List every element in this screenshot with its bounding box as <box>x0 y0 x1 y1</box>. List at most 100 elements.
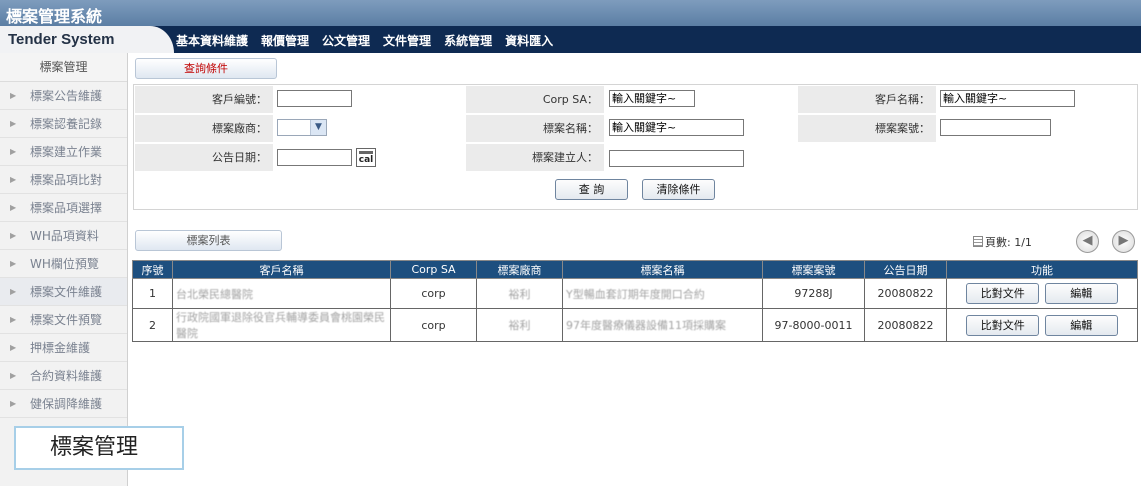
compare-docs-button[interactable]: 比對文件 <box>966 314 1040 336</box>
creator-label: 標案建立人： <box>466 144 604 171</box>
sidebar-item-contract[interactable]: ▶ 合約資料維護 <box>0 362 127 390</box>
corp-sa-label: Corp SA： <box>466 86 604 113</box>
sidebar-item-label: 標案公告維護 <box>30 89 103 103</box>
compare-docs-button[interactable]: 比對文件 <box>966 283 1040 304</box>
chevron-right-icon: ▶ <box>10 91 17 100</box>
col-header[interactable]: 公告日期 <box>864 260 947 279</box>
case-table: 序號 客戶名稱 Corp SA 標案廠商 標案名稱 標案案號 公告日期 功能 1… <box>132 260 1138 342</box>
brand-area: Tender System <box>0 26 174 53</box>
sidebar-item-adoption[interactable]: ▶ 標案認養記錄 <box>0 110 127 138</box>
cell-date: 20080822 <box>864 278 947 309</box>
sidebar-item-select[interactable]: ▶ 標案品項選擇 <box>0 194 127 222</box>
prev-page-button[interactable]: ◀ <box>1076 230 1099 253</box>
query-row: 標案廠商： ▼ 標案名稱： 輸入關鍵字~ 標案案號： <box>134 115 1137 144</box>
chevron-right-icon: ▶ <box>10 399 17 408</box>
sidebar-item-label: 標案品項比對 <box>30 173 103 187</box>
edit-button[interactable]: 編輯 <box>1044 314 1118 336</box>
case-name-label: 標案名稱： <box>466 115 604 142</box>
case-name-input[interactable]: 輸入關鍵字~ <box>609 119 744 136</box>
next-page-button[interactable]: ▶ <box>1112 230 1135 253</box>
customer-no-label: 客戶編號： <box>135 86 273 113</box>
col-header[interactable]: Corp SA <box>390 260 477 279</box>
menu-data-import[interactable]: 資料匯入 <box>505 32 553 49</box>
arrow-left-icon: ◀ <box>1082 233 1093 248</box>
customer-name-input[interactable]: 輸入關鍵字~ <box>940 90 1075 107</box>
tab-case-list[interactable]: 標案列表 <box>135 230 282 251</box>
sidebar-item-create[interactable]: ▶ 標案建立作業 <box>0 138 127 166</box>
table-row[interactable]: 2 行政院國軍退除役官兵輔導委員會桃園榮民醫院 corp 裕利 97年度醫療儀器… <box>132 308 1138 342</box>
sidebar-item-bond[interactable]: ▶ 押標金維護 <box>0 334 127 362</box>
sidebar-item-label: 標案文件維護 <box>30 285 103 299</box>
sidebar-item-label: 合約資料維護 <box>30 369 103 383</box>
sidebar-item-wh-preview[interactable]: ▶ WH欄位預覽 <box>0 250 127 278</box>
sidebar-item-insurance[interactable]: ▶ 健保調降維護 <box>0 390 127 418</box>
query-row: 公告日期： cal 標案建立人： <box>134 144 1137 173</box>
sidebar-item-docs-preview[interactable]: ▶ 標案文件預覽 <box>0 306 127 334</box>
arrow-right-icon: ▶ <box>1118 233 1129 248</box>
chevron-right-icon: ▶ <box>10 259 17 268</box>
vendor-select[interactable]: ▼ <box>277 119 327 136</box>
sidebar-item-label: 健保調降維護 <box>30 397 103 411</box>
table-header-row: 序號 客戶名稱 Corp SA 標案廠商 標案名稱 標案案號 公告日期 功能 <box>132 260 1138 279</box>
vendor-label: 標案廠商： <box>135 115 273 142</box>
chevron-right-icon: ▶ <box>10 231 17 240</box>
edit-button[interactable]: 編輯 <box>1044 283 1118 304</box>
creator-input[interactable] <box>609 150 744 167</box>
sidebar-item-announcement[interactable]: ▶ 標案公告維護 <box>0 82 127 110</box>
menu-basic-data[interactable]: 基本資料維護 <box>176 32 248 49</box>
announce-date-input[interactable] <box>277 149 352 166</box>
announce-date-label: 公告日期： <box>135 144 273 171</box>
menu-quotation[interactable]: 報價管理 <box>261 32 309 49</box>
sidebar-item-label: 標案文件預覽 <box>30 313 103 327</box>
search-button[interactable]: 查 詢 <box>555 179 628 200</box>
cell-customer: 台北榮民總醫院 <box>172 278 391 309</box>
col-header[interactable]: 客戶名稱 <box>172 260 391 279</box>
cell-actions: 比對文件 編輯 <box>946 308 1138 342</box>
cell-case-no: 97-8000-0011 <box>762 308 865 342</box>
chevron-right-icon: ▶ <box>10 119 17 128</box>
top-navbar: Tender System 基本資料維護 報價管理 公文管理 文件管理 系統管理… <box>0 26 1141 53</box>
sidebar-item-docs[interactable]: ▶ 標案文件維護 <box>0 278 127 306</box>
cell-case-name: Y型暢血套訂期年度開口合約 <box>562 278 763 309</box>
chevron-right-icon: ▶ <box>10 175 17 184</box>
brand-name: Tender System <box>8 31 115 48</box>
case-no-input[interactable] <box>940 119 1051 136</box>
sidebar-item-label: 標案認養記錄 <box>30 117 103 131</box>
sidebar-item-label: 標案建立作業 <box>30 145 103 159</box>
cell-no: 2 <box>132 308 173 342</box>
col-header[interactable]: 標案名稱 <box>562 260 763 279</box>
sidebar-item-label: 押標金維護 <box>30 341 91 355</box>
chevron-right-icon: ▶ <box>10 203 17 212</box>
customer-no-input[interactable] <box>277 90 352 107</box>
clear-conditions-button[interactable]: 清除條件 <box>642 179 715 200</box>
col-header[interactable]: 標案案號 <box>762 260 865 279</box>
chevron-right-icon: ▶ <box>10 287 17 296</box>
menu-official-docs[interactable]: 公文管理 <box>322 32 370 49</box>
main-content: 查詢條件 客戶編號： Corp SA： 輸入關鍵字~ 客戶名稱： 輸入關鍵字~ … <box>130 53 1141 486</box>
app-title: 標案管理系統 <box>6 7 103 26</box>
table-row[interactable]: 1 台北榮民總醫院 corp 裕利 Y型暢血套訂期年度開口合約 97288J 2… <box>132 278 1138 309</box>
cell-date: 20080822 <box>864 308 947 342</box>
page-indicator: 頁數: 1/1 <box>973 234 1032 250</box>
cell-case-no: 97288J <box>762 278 865 309</box>
sidebar-item-label: WH品項資料 <box>30 229 99 243</box>
chevron-right-icon: ▶ <box>10 147 17 156</box>
sidebar-item-wh-items[interactable]: ▶ WH品項資料 <box>0 222 127 250</box>
col-header[interactable]: 序號 <box>132 260 173 279</box>
tab-query-conditions[interactable]: 查詢條件 <box>135 58 277 79</box>
sidebar-title: 標案管理 <box>0 53 127 82</box>
col-header[interactable]: 標案廠商 <box>476 260 563 279</box>
chevron-right-icon: ▶ <box>10 343 17 352</box>
calendar-icon[interactable]: cal <box>356 148 376 167</box>
sidebar: 標案管理 ▶ 標案公告維護 ▶ 標案認養記錄 ▶ 標案建立作業 ▶ 標案品項比對 ▶ 標案… <box>0 53 128 486</box>
sidebar-item-label: WH欄位預覽 <box>30 257 99 271</box>
menu-documents[interactable]: 文件管理 <box>383 32 431 49</box>
page-count: 頁數: 1/1 <box>985 236 1032 249</box>
menu-system[interactable]: 系統管理 <box>444 32 492 49</box>
customer-name-label: 客戶名稱： <box>798 86 936 113</box>
corp-sa-input[interactable]: 輸入關鍵字~ <box>609 90 695 107</box>
cell-no: 1 <box>132 278 173 309</box>
col-header: 功能 <box>946 260 1138 279</box>
sidebar-item-compare[interactable]: ▶ 標案品項比對 <box>0 166 127 194</box>
cell-customer: 行政院國軍退除役官兵輔導委員會桃園榮民醫院 <box>172 308 391 342</box>
